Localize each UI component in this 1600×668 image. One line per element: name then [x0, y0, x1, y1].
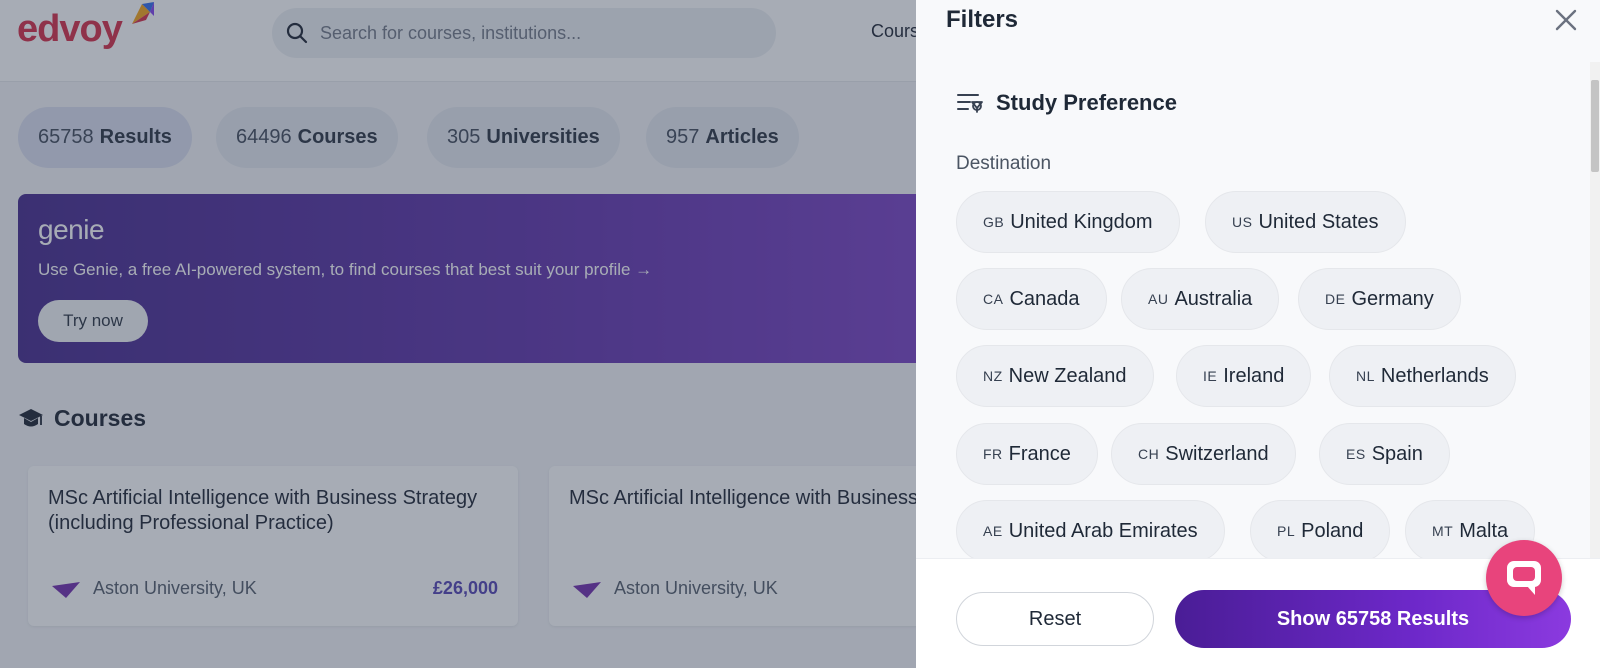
- filters-title: Filters: [946, 6, 1019, 33]
- destination-chip-ch[interactable]: CH Switzerland: [1111, 423, 1296, 485]
- destination-chip-ie[interactable]: IE Ireland: [1176, 345, 1312, 407]
- country-name: United Kingdom: [1010, 210, 1153, 233]
- country-name: Netherlands: [1380, 364, 1489, 387]
- destination-chip-de[interactable]: DE Germany: [1298, 268, 1461, 330]
- scrollbar-thumb[interactable]: [1591, 80, 1599, 172]
- country-name: Poland: [1301, 519, 1364, 542]
- country-code: AU: [1148, 291, 1169, 307]
- reset-button[interactable]: Reset: [956, 592, 1154, 646]
- country-code: NL: [1356, 368, 1375, 384]
- chat-icon: [1507, 561, 1541, 595]
- country-name: Switzerland: [1165, 442, 1269, 465]
- country-name: United Arab Emirates: [1008, 519, 1198, 542]
- destination-chip-es[interactable]: ES Spain: [1319, 423, 1450, 485]
- country-code: FR: [983, 446, 1003, 462]
- country-code: CH: [1138, 446, 1160, 462]
- country-name: Canada: [1009, 287, 1080, 310]
- close-icon: [1555, 9, 1577, 31]
- country-name: United States: [1258, 210, 1379, 233]
- country-code: US: [1232, 214, 1253, 230]
- chat-button[interactable]: [1486, 540, 1562, 616]
- study-preference-heading: Study Preference: [956, 90, 1177, 116]
- country-code: MT: [1432, 523, 1454, 539]
- destination-chip-ae[interactable]: AE United Arab Emirates: [956, 500, 1225, 562]
- country-name: Spain: [1371, 442, 1423, 465]
- country-name: Ireland: [1223, 364, 1285, 387]
- country-code: IE: [1203, 368, 1218, 384]
- country-code: ES: [1346, 446, 1366, 462]
- country-code: GB: [983, 214, 1005, 230]
- country-name: Australia: [1174, 287, 1253, 310]
- destination-chip-fr[interactable]: FR France: [956, 423, 1098, 485]
- country-name: New Zealand: [1008, 364, 1127, 387]
- destination-chip-nz[interactable]: NZ New Zealand: [956, 345, 1154, 407]
- country-code: NZ: [983, 368, 1003, 384]
- country-name: Germany: [1351, 287, 1434, 310]
- country-name: Malta: [1459, 519, 1509, 542]
- destination-chip-gb[interactable]: GB United Kingdom: [956, 191, 1180, 253]
- modal-backdrop[interactable]: [0, 0, 916, 668]
- destination-chip-us[interactable]: US United States: [1205, 191, 1406, 253]
- destination-label: Destination: [956, 153, 1052, 174]
- destination-chip-au[interactable]: AU Australia: [1121, 268, 1280, 330]
- destination-chip-pl[interactable]: PL Poland: [1250, 500, 1391, 562]
- close-button[interactable]: [1552, 6, 1580, 34]
- preference-filter-icon: [957, 94, 983, 113]
- country-code: DE: [1325, 291, 1346, 307]
- country-name: France: [1008, 442, 1071, 465]
- destination-chip-ca[interactable]: CA Canada: [956, 268, 1107, 330]
- section-title: Study Preference: [996, 90, 1177, 115]
- country-code: PL: [1277, 523, 1296, 539]
- destination-chip-nl[interactable]: NL Netherlands: [1329, 345, 1516, 407]
- country-code: AE: [983, 523, 1003, 539]
- country-code: CA: [983, 291, 1004, 307]
